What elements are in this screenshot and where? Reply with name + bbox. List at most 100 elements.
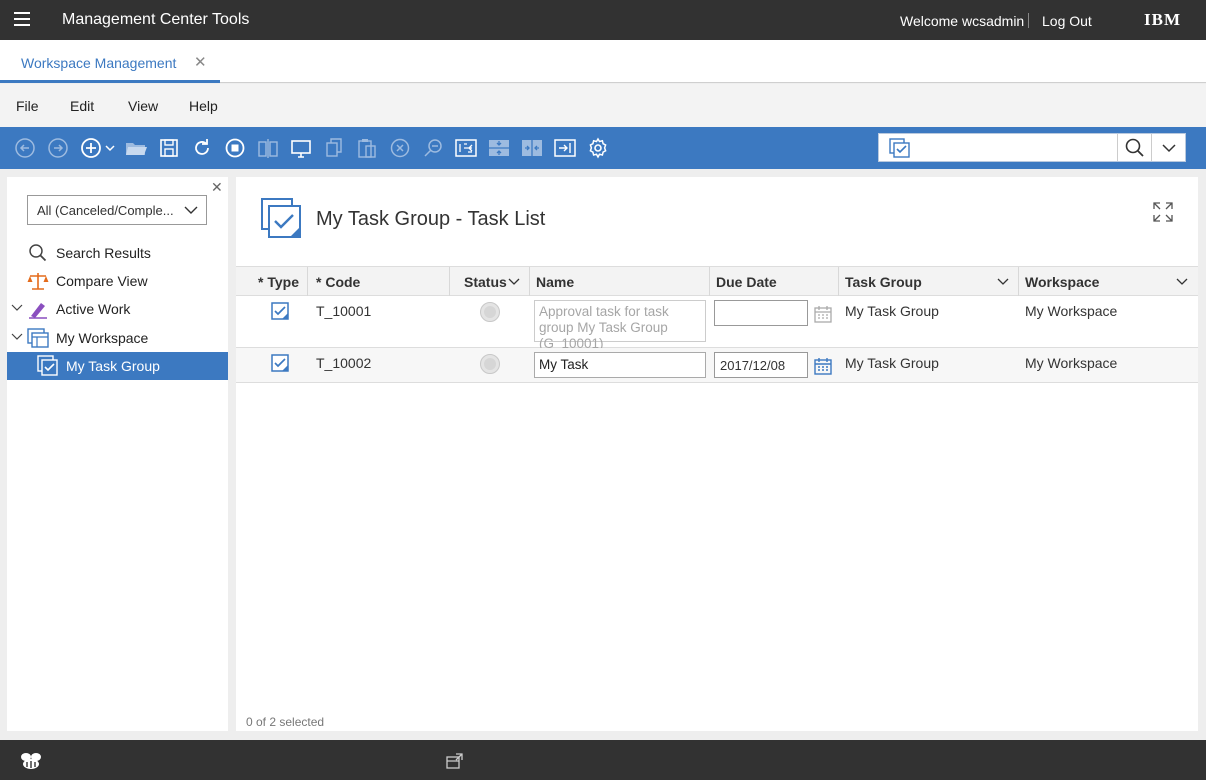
delete-icon[interactable] bbox=[388, 136, 412, 160]
page-title: My Task Group - Task List bbox=[316, 208, 546, 230]
preview-icon[interactable] bbox=[289, 136, 313, 160]
import-icon[interactable] bbox=[454, 136, 478, 160]
open-icon[interactable] bbox=[124, 136, 148, 160]
status-indicator bbox=[480, 354, 500, 374]
logout-link[interactable]: Log Out bbox=[1042, 13, 1092, 29]
menu-edit[interactable]: Edit bbox=[70, 98, 94, 114]
forward-icon[interactable] bbox=[46, 136, 70, 160]
compare-icon[interactable] bbox=[256, 136, 280, 160]
welcome-text: Welcome wcsadmin bbox=[900, 13, 1025, 29]
chevron-down-icon bbox=[184, 206, 198, 214]
tab-bar: Workspace Management ✕ bbox=[0, 40, 1206, 83]
status-indicator bbox=[480, 302, 500, 322]
tab-label: Workspace Management bbox=[21, 55, 177, 71]
top-bar: Management Center Tools Welcome wcsadmin… bbox=[0, 0, 1206, 40]
table-row[interactable]: T_10002 My Task 2017/12/08 My Task Group… bbox=[236, 348, 1198, 383]
nav-item-compare-view[interactable]: Compare View bbox=[7, 267, 228, 295]
calendar-icon[interactable] bbox=[814, 305, 832, 323]
column-label: Status bbox=[464, 274, 507, 290]
column-label: * Code bbox=[316, 274, 361, 290]
search-input[interactable] bbox=[915, 137, 1115, 159]
back-icon[interactable] bbox=[13, 136, 37, 160]
collapse-icon[interactable] bbox=[487, 136, 511, 160]
table-row[interactable]: T_10001 Approval task for task group My … bbox=[236, 296, 1198, 351]
nav-item-search-results[interactable]: Search Results bbox=[7, 239, 228, 267]
copy-icon[interactable] bbox=[322, 136, 346, 160]
task-group-icon bbox=[37, 355, 58, 376]
column-header-workspace[interactable]: Workspace bbox=[1019, 267, 1198, 296]
column-header-code[interactable]: * Code bbox=[308, 267, 450, 296]
menu-view[interactable]: View bbox=[128, 98, 158, 114]
task-name-field[interactable]: My Task bbox=[534, 352, 706, 378]
toolbar bbox=[0, 127, 1206, 169]
task-group-value: My Task Group bbox=[845, 355, 939, 371]
due-date-field[interactable] bbox=[714, 300, 808, 326]
menu-file[interactable]: File bbox=[16, 98, 39, 114]
column-label: * Type bbox=[258, 274, 299, 290]
maximize-icon[interactable] bbox=[1152, 201, 1174, 223]
save-icon[interactable] bbox=[157, 136, 181, 160]
bee-logo-icon[interactable] bbox=[18, 752, 44, 770]
explorer-panel: ✕ All (Canceled/Comple... Search Results… bbox=[7, 177, 228, 731]
ibm-logo: IBM bbox=[1144, 10, 1181, 29]
column-header-status[interactable]: Status bbox=[450, 267, 530, 296]
close-icon[interactable]: ✕ bbox=[211, 179, 223, 196]
column-label: Due Date bbox=[716, 274, 777, 290]
column-header-due-date[interactable]: Due Date bbox=[710, 267, 839, 296]
workspace-value: My Workspace bbox=[1025, 303, 1118, 319]
task-group-value: My Task Group bbox=[845, 303, 939, 319]
settings-icon[interactable] bbox=[586, 136, 610, 160]
filter-select[interactable]: All (Canceled/Comple... bbox=[27, 195, 207, 225]
stop-icon[interactable] bbox=[223, 136, 247, 160]
close-icon[interactable]: ✕ bbox=[194, 53, 207, 71]
chevron-down-icon[interactable] bbox=[11, 332, 23, 342]
task-group-icon bbox=[261, 198, 301, 238]
task-icon bbox=[271, 354, 289, 372]
nav-label: Search Results bbox=[56, 245, 151, 261]
column-header-task-group[interactable]: Task Group bbox=[839, 267, 1019, 296]
workspace-icon bbox=[27, 328, 49, 348]
task-code: T_10001 bbox=[316, 303, 372, 319]
chevron-down-icon bbox=[997, 278, 1009, 285]
new-icon[interactable] bbox=[79, 136, 117, 160]
grid-header: * Type * Code Status Name Due Date Task … bbox=[236, 266, 1198, 296]
export-icon[interactable] bbox=[553, 136, 577, 160]
balance-scale-icon bbox=[27, 273, 49, 290]
selection-count: 0 of 2 selected bbox=[246, 715, 325, 729]
task-name-field[interactable]: Approval task for task group My Task Gro… bbox=[534, 300, 706, 351]
menu-help[interactable]: Help bbox=[189, 98, 218, 114]
popout-icon[interactable] bbox=[446, 752, 464, 770]
task-list-panel: My Task Group - Task List * Type * Code … bbox=[236, 177, 1198, 731]
chevron-down-icon[interactable] bbox=[1151, 134, 1185, 161]
task-icon[interactable] bbox=[889, 138, 911, 158]
search-button[interactable] bbox=[1117, 134, 1151, 161]
column-header-type[interactable]: * Type bbox=[236, 267, 308, 296]
column-header-name[interactable]: Name bbox=[530, 267, 710, 296]
app-title: Management Center Tools bbox=[62, 11, 250, 28]
active-work-icon bbox=[29, 303, 47, 319]
task-icon bbox=[271, 302, 289, 320]
nav-item-my-task-group[interactable]: My Task Group bbox=[7, 352, 228, 380]
find-icon[interactable] bbox=[421, 136, 445, 160]
nav-label: My Workspace bbox=[56, 330, 149, 346]
bottom-bar bbox=[0, 740, 1206, 780]
hamburger-icon[interactable] bbox=[14, 12, 30, 26]
chevron-down-icon bbox=[508, 278, 520, 285]
nav-label: Active Work bbox=[56, 301, 131, 317]
column-label: Task Group bbox=[845, 274, 922, 290]
paste-icon[interactable] bbox=[355, 136, 379, 160]
nav-label: Compare View bbox=[56, 273, 148, 289]
chevron-down-icon[interactable] bbox=[11, 303, 23, 313]
due-date-field[interactable]: 2017/12/08 bbox=[714, 352, 808, 378]
filter-selected-value: All (Canceled/Comple... bbox=[37, 203, 174, 218]
tab-workspace-management[interactable]: Workspace Management ✕ bbox=[0, 40, 220, 83]
nav-label: My Task Group bbox=[66, 358, 160, 374]
nav-item-my-workspace[interactable]: My Workspace bbox=[7, 324, 228, 352]
split-icon[interactable] bbox=[520, 136, 544, 160]
refresh-icon[interactable] bbox=[190, 136, 214, 160]
nav-item-active-work[interactable]: Active Work bbox=[7, 295, 228, 323]
column-label: Name bbox=[536, 274, 575, 290]
menu-bar: File Edit View Help bbox=[0, 84, 1206, 127]
calendar-icon[interactable] bbox=[814, 357, 832, 375]
search-box bbox=[878, 133, 1186, 162]
